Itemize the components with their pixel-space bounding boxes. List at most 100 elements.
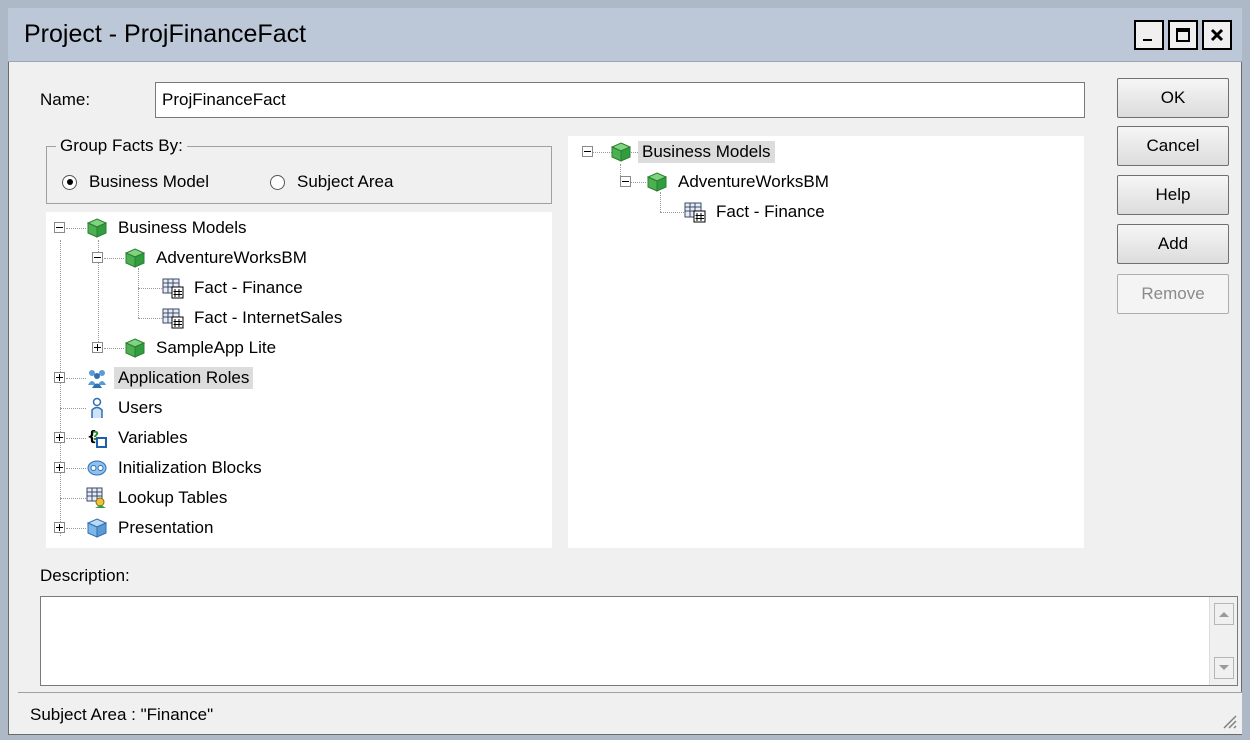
tree-node-adventureworksbm[interactable]: AdventureWorksBM <box>646 169 833 195</box>
collapse-toggle[interactable] <box>54 222 65 233</box>
radio-selected-dot <box>66 179 73 185</box>
tree-node-fact-finance[interactable]: Fact - Finance <box>162 275 307 301</box>
business-model-icon <box>124 337 146 359</box>
description-field[interactable] <box>40 596 1238 686</box>
description-label: Description: <box>40 566 130 585</box>
tree-line <box>66 378 86 379</box>
tree-node-label: SampleApp Lite <box>156 338 277 357</box>
tree-line <box>66 228 86 229</box>
right-tree[interactable]: Business Models AdventureWorksBM Fact - … <box>568 136 1084 548</box>
tree-line <box>60 240 61 536</box>
tree-node-label: Fact - Finance <box>716 202 825 221</box>
lookup-tables-icon <box>86 487 108 509</box>
radio-business-model-label: Business Model <box>89 172 210 191</box>
help-button[interactable]: Help <box>1117 175 1229 215</box>
tree-node-label: AdventureWorksBM <box>156 248 307 267</box>
group-facts-legend: Group Facts By: <box>56 136 187 156</box>
collapse-toggle[interactable] <box>92 252 103 263</box>
maximize-button[interactable] <box>1168 20 1198 50</box>
tree-node-business-models[interactable]: Business Models <box>610 139 775 165</box>
variables-icon: {? <box>86 427 108 449</box>
tree-node-label: Users <box>118 398 163 417</box>
close-button[interactable] <box>1202 20 1232 50</box>
radio-subject-area-circle <box>270 174 285 190</box>
chevron-down-icon <box>1219 665 1229 670</box>
tree-line <box>60 408 86 409</box>
name-value: ProjFinanceFact <box>162 90 286 109</box>
left-tree[interactable]: Business Models AdventureWorksBM Fact - … <box>46 212 552 548</box>
scroll-up-button[interactable] <box>1214 603 1234 625</box>
tree-node-adventureworksbm[interactable]: AdventureWorksBM <box>124 245 311 271</box>
expand-toggle[interactable] <box>54 432 65 443</box>
tree-line <box>660 212 684 213</box>
dialog-window: Project - ProjFinanceFact Name: ProjFina… <box>0 0 1250 740</box>
chevron-up-icon <box>1219 612 1229 617</box>
tree-node-label: Business Models <box>118 218 247 237</box>
minimize-button[interactable] <box>1134 20 1164 50</box>
tree-node-label: Presentation <box>118 518 214 537</box>
tree-node-business-models[interactable]: Business Models <box>86 215 251 241</box>
tree-node-sampleapp-lite[interactable]: SampleApp Lite <box>124 335 280 361</box>
scroll-down-button[interactable] <box>1214 657 1234 679</box>
tree-node-label: Initialization Blocks <box>118 458 262 477</box>
expand-toggle[interactable] <box>92 342 103 353</box>
tree-line <box>66 468 86 469</box>
collapse-toggle[interactable] <box>620 176 631 187</box>
tree-node-application-roles[interactable]: Application Roles <box>86 365 254 391</box>
tree-node-label: Business Models <box>638 141 775 163</box>
close-icon <box>1210 28 1224 42</box>
window-title: Project - ProjFinanceFact <box>24 20 307 48</box>
tree-node-label: Fact - Finance <box>194 278 303 297</box>
tree-line <box>138 288 162 289</box>
remove-button[interactable]: Remove <box>1117 274 1229 314</box>
presentation-icon <box>86 517 108 539</box>
fact-table-icon <box>162 307 184 329</box>
tree-node-fact-internetsales[interactable]: Fact - InternetSales <box>162 305 346 331</box>
name-label: Name: <box>40 90 91 109</box>
radio-business-model-circle <box>62 174 77 190</box>
radio-subject-area[interactable]: Subject Area <box>270 172 393 192</box>
business-model-icon <box>124 247 146 269</box>
tree-node-label: Application Roles <box>114 367 254 389</box>
tree-line <box>66 438 86 439</box>
expand-toggle[interactable] <box>54 462 65 473</box>
tree-node-label: Fact - InternetSales <box>194 308 343 327</box>
tree-node-presentation[interactable]: Presentation <box>86 515 217 541</box>
tree-node-initialization-blocks[interactable]: Initialization Blocks <box>86 455 266 481</box>
business-model-icon <box>610 141 632 163</box>
business-model-icon <box>86 217 108 239</box>
tree-node-lookup-tables[interactable]: Lookup Tables <box>86 485 231 511</box>
add-button[interactable]: Add <box>1117 224 1229 264</box>
name-field[interactable]: ProjFinanceFact <box>155 82 1085 118</box>
minimize-icon <box>1143 39 1152 41</box>
maximize-icon <box>1176 28 1190 42</box>
business-model-icon <box>646 171 668 193</box>
expand-toggle[interactable] <box>54 372 65 383</box>
status-bar: Subject Area : "Finance" <box>18 692 1242 734</box>
collapse-toggle[interactable] <box>582 146 593 157</box>
tree-node-users[interactable]: Users <box>86 395 166 421</box>
user-icon <box>86 397 108 419</box>
radio-business-model[interactable]: Business Model <box>62 172 209 192</box>
ok-button[interactable]: OK <box>1117 78 1229 118</box>
cancel-button[interactable]: Cancel <box>1117 126 1229 166</box>
fact-table-icon <box>684 201 706 223</box>
tree-line <box>104 348 124 349</box>
tree-line <box>66 528 86 529</box>
tree-line <box>138 318 162 319</box>
tree-line <box>104 258 124 259</box>
tree-line <box>60 498 86 499</box>
resize-grip-icon[interactable] <box>1218 710 1238 730</box>
tree-line <box>660 192 661 212</box>
status-text: Subject Area : "Finance" <box>30 705 214 724</box>
description-scrollbar[interactable] <box>1209 597 1237 685</box>
expand-toggle[interactable] <box>54 522 65 533</box>
title-bar[interactable]: Project - ProjFinanceFact <box>8 8 1242 62</box>
tree-line <box>138 268 139 318</box>
roles-icon <box>86 367 108 389</box>
radio-subject-area-label: Subject Area <box>297 172 394 191</box>
tree-node-fact-finance[interactable]: Fact - Finance <box>684 199 829 225</box>
tree-node-variables[interactable]: {? Variables <box>86 425 192 451</box>
init-blocks-icon <box>86 457 108 479</box>
tree-node-label: AdventureWorksBM <box>678 172 829 191</box>
